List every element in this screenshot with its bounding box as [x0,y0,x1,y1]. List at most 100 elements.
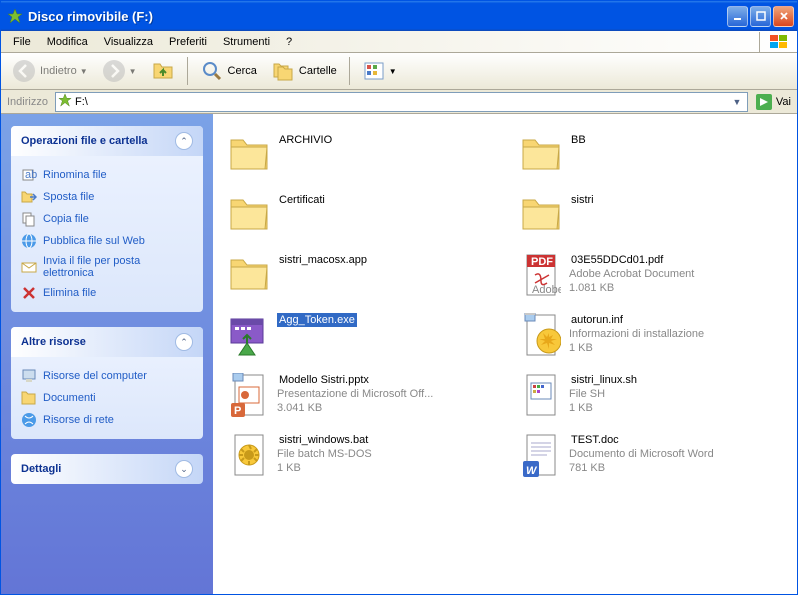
task-link-label: Risorse del computer [43,370,147,382]
up-button[interactable] [145,56,181,86]
task-link[interactable]: Pubblica file sul Web [21,230,193,252]
file-size: 1 KB [569,401,639,415]
address-label: Indirizzo [4,96,51,108]
file-item[interactable]: BB [515,129,787,181]
svg-text:W: W [526,465,538,477]
task-link-label: Invia il file per posta elettronica [43,255,193,279]
file-info: autorun.infInformazioni di installazione… [569,311,704,356]
address-dropdown[interactable]: ▼ [729,97,745,107]
minimize-button[interactable] [727,6,748,27]
file-type: File batch MS-DOS [277,447,372,461]
file-item[interactable]: Agg_Token.exe [223,309,495,361]
collapse-icon: ⌃ [175,333,193,351]
file-item[interactable]: PDFAdobe03E55DDCd01.pdfAdobe Acrobat Doc… [515,249,787,301]
rename-icon: ab [21,167,37,183]
folder-up-icon [151,59,175,83]
file-name: Agg_Token.exe [277,313,357,327]
maximize-button[interactable] [750,6,771,27]
search-button[interactable]: Cerca [194,56,263,86]
tasks-header[interactable]: Operazioni file e cartella ⌃ [11,126,203,156]
details-header[interactable]: Dettagli ⌄ [11,454,203,484]
file-item[interactable]: sistri_macosx.app [223,249,495,301]
tasks-body: abRinomina fileSposta fileCopia filePubb… [11,156,203,312]
file-info: 03E55DDCd01.pdfAdobe Acrobat Document1.0… [569,251,694,296]
task-link[interactable]: abRinomina file [21,164,193,186]
other-panel: Altre risorse ⌃ Risorse del computer Docu… [11,327,203,439]
task-link-label: Elimina file [43,287,96,299]
separator [349,57,350,85]
task-link[interactable]: Risorse di rete [21,409,193,431]
task-link[interactable]: Documenti [21,387,193,409]
file-name: sistri_macosx.app [277,253,369,267]
exe-icon [225,311,273,359]
task-link[interactable]: Copia file [21,208,193,230]
file-info: TEST.docDocumento di Microsoft Word781 K… [569,431,714,476]
task-pane: Operazioni file e cartella ⌃ abRinomina … [1,114,213,594]
file-view[interactable]: ARCHIVIO BB Certificati sistri sistri_macosx… [213,114,797,594]
menu-tools[interactable]: Strumenti [215,34,278,50]
svg-text:PDF: PDF [531,256,553,268]
file-size: 1 KB [277,461,372,475]
file-info: sistri_windows.batFile batch MS-DOS1 KB [277,431,372,476]
file-info: BB [569,131,588,147]
other-header[interactable]: Altre risorse ⌃ [11,327,203,357]
menu-file[interactable]: File [5,34,39,50]
file-name: 03E55DDCd01.pdf [569,253,694,267]
task-link[interactable]: Elimina file [21,282,193,304]
chevron-down-icon: ▼ [389,67,397,76]
file-info: sistri_macosx.app [277,251,369,267]
toolbar: Indietro ▼ ▼ Cerca Cartelle ▼ [1,53,797,90]
file-item[interactable]: ARCHIVIO [223,129,495,181]
file-item[interactable]: autorun.infInformazioni di installazione… [515,309,787,361]
window-controls [727,6,794,27]
task-link[interactable]: Risorse del computer [21,365,193,387]
folder-icon [517,191,565,239]
back-button[interactable]: Indietro ▼ [6,56,94,86]
close-button[interactable] [773,6,794,27]
file-info: sistri_linux.shFile SH1 KB [569,371,639,416]
file-item[interactable]: sistri_linux.shFile SH1 KB [515,369,787,421]
folders-button[interactable]: Cartelle [265,56,343,86]
task-link[interactable]: Sposta file [21,186,193,208]
menu-view[interactable]: Visualizza [96,34,161,50]
file-item[interactable]: W TEST.docDocumento di Microsoft Word781 … [515,429,787,481]
search-icon [200,59,224,83]
copy-icon [21,211,37,227]
menu-help[interactable]: ? [278,34,300,50]
views-button[interactable]: ▼ [356,56,403,86]
network-icon [21,412,37,428]
task-link[interactable]: Invia il file per posta elettronica [21,252,193,282]
file-item[interactable]: sistri [515,189,787,241]
computer-icon [21,368,37,384]
file-info: Modello Sistri.pptxPresentazione di Micr… [277,371,433,416]
drive-icon [58,93,72,110]
other-title: Altre risorse [21,336,86,348]
delete-icon [21,285,37,301]
address-input[interactable]: F:\ ▼ [55,92,748,112]
expand-icon: ⌄ [175,460,193,478]
go-button[interactable]: Vai [752,93,794,111]
web-icon [21,233,37,249]
mail-icon [21,259,37,275]
file-item[interactable]: sistri_windows.batFile batch MS-DOS1 KB [223,429,495,481]
go-label: Vai [776,96,791,108]
task-link-label: Documenti [43,392,96,404]
menu-edit[interactable]: Modifica [39,34,96,50]
menu-favorites[interactable]: Preferiti [161,34,215,50]
sh-icon [517,371,565,419]
content-area: Operazioni file e cartella ⌃ abRinomina … [1,114,797,594]
forward-button[interactable]: ▼ [96,56,143,86]
tasks-title: Operazioni file e cartella [21,135,148,147]
titlebar[interactable]: Disco rimovibile (F:) [1,1,797,31]
back-label: Indietro [40,65,77,77]
file-item[interactable]: Certificati [223,189,495,241]
file-info: Agg_Token.exe [277,311,357,327]
move-icon [21,189,37,205]
file-name: Certificati [277,193,327,207]
folders-icon [271,59,295,83]
file-name: autorun.inf [569,313,704,327]
file-item[interactable]: PModello Sistri.pptxPresentazione di Mic… [223,369,495,421]
file-name: sistri [569,193,596,207]
pdf-icon: PDFAdobe [517,251,565,299]
separator [187,57,188,85]
